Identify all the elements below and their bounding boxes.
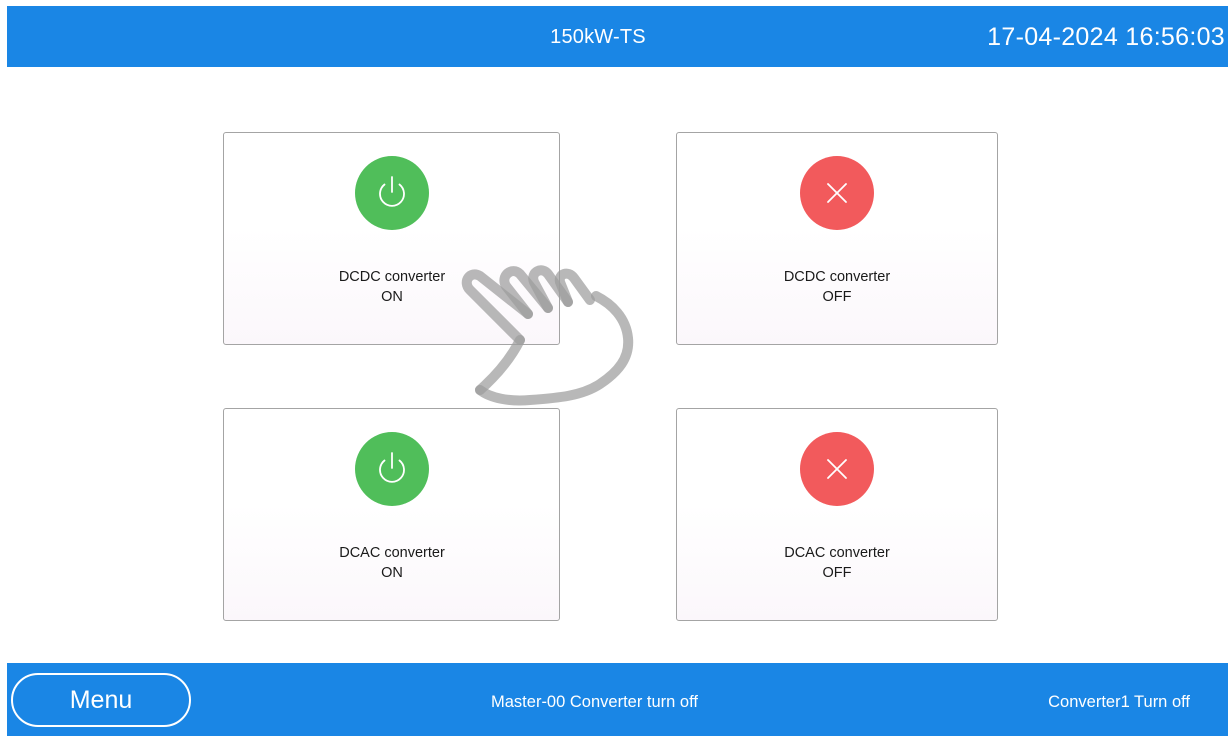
header-bar: 150kW-TS 17-04-2024 16:56:03 <box>7 6 1228 67</box>
dcac-converter-on-label: DCAC converter ON <box>339 545 445 581</box>
close-icon <box>800 432 874 506</box>
footer-bar: Menu Master-00 Converter turn off Conver… <box>7 663 1228 736</box>
status-message: Master-00 Converter turn off <box>491 693 698 711</box>
dcdc-converter-off-label: DCDC converter OFF <box>783 269 891 305</box>
power-icon <box>355 432 429 506</box>
menu-button[interactable]: Menu <box>11 673 191 727</box>
control-panel: DCDC converter ON DCDC converter OFF DCA… <box>7 67 1228 663</box>
dcdc-converter-on-label: DCDC converter ON <box>338 269 446 305</box>
dcac-converter-off-label: DCAC converter OFF <box>784 545 890 581</box>
dcac-converter-on-button[interactable]: DCAC converter ON <box>223 408 560 621</box>
hmi-screen: 150kW-TS 17-04-2024 16:56:03 DCDC conver… <box>7 6 1228 736</box>
page-title: 150kW-TS <box>550 26 646 48</box>
dcdc-converter-on-button[interactable]: DCDC converter ON <box>223 132 560 345</box>
alarm-message: Converter1 Turn off <box>1048 693 1190 711</box>
power-icon <box>355 156 429 230</box>
dcac-converter-off-button[interactable]: DCAC converter OFF <box>676 408 998 621</box>
dcdc-converter-off-button[interactable]: DCDC converter OFF <box>676 132 998 345</box>
close-icon <box>800 156 874 230</box>
datetime-display: 17-04-2024 16:56:03 <box>987 23 1225 51</box>
